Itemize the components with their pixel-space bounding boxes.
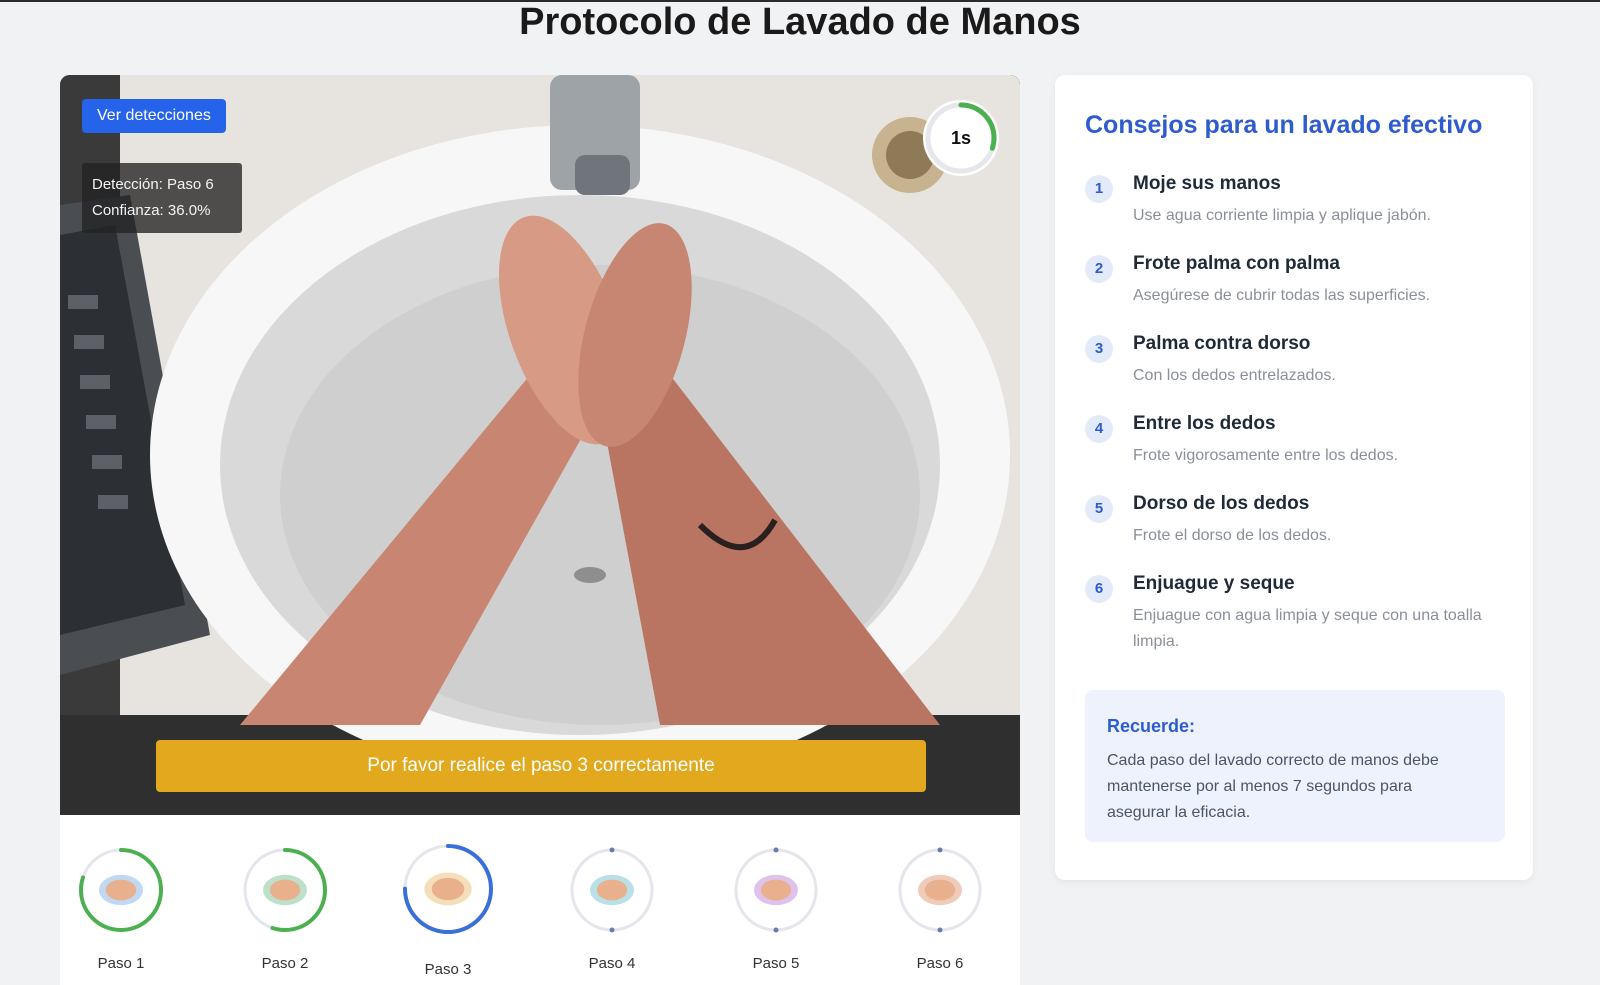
tip-title: Frote palma con palma — [1133, 253, 1340, 274]
step-item-5[interactable]: Paso 5 — [721, 845, 831, 972]
view-detections-button[interactable]: Ver detecciones — [82, 99, 226, 133]
tip-title: Entre los dedos — [1133, 413, 1276, 434]
tip-number-badge: 5 — [1085, 495, 1113, 523]
step-2-label: Paso 2 — [261, 955, 309, 972]
page-title: Protocolo de Lavado de Manos — [519, 1, 1081, 43]
step-1-label: Paso 1 — [97, 955, 145, 972]
step-item-3[interactable]: Paso 3 — [393, 841, 503, 978]
tip-number-badge: 4 — [1085, 415, 1113, 443]
step-ring-dot — [773, 847, 779, 853]
step-item-4[interactable]: Paso 4 — [557, 845, 667, 972]
tip-title: Dorso de los dedos — [1133, 493, 1310, 514]
tip-description: Use agua corriente limpia y aplique jabó… — [1133, 207, 1431, 224]
step-4-ring — [567, 845, 657, 935]
step-2-ring — [240, 845, 330, 935]
tip-description: Con los dedos entrelazados. — [1133, 367, 1336, 384]
detection-info: Detección: Paso 6 Confianza: 36.0% — [82, 163, 242, 233]
step-item-2[interactable]: Paso 2 — [230, 845, 340, 972]
timer-label: 1s — [950, 128, 972, 148]
step-item-1[interactable]: Paso 1 — [66, 845, 176, 972]
tip-title: Moje sus manos — [1133, 173, 1281, 194]
step-progress-bar: Paso 1 Paso 2 Paso 3 Paso 4 Paso 5 Paso … — [60, 815, 1020, 985]
hand-wash-icon — [431, 877, 465, 901]
step-3-ring — [400, 841, 496, 937]
step-6-label: Paso 6 — [916, 955, 964, 972]
step-item-6[interactable]: Paso 6 — [885, 845, 995, 972]
remember-box: Recuerde: Cada paso del lavado correcto … — [1085, 690, 1505, 842]
hand-wash-icon — [596, 879, 628, 901]
step-ring-dot — [937, 847, 943, 853]
hand-wash-icon — [269, 879, 301, 901]
step-ring-dot — [609, 927, 615, 933]
step-5-label: Paso 5 — [752, 955, 800, 972]
step-4-label: Paso 4 — [588, 955, 636, 972]
step-1-ring — [76, 845, 166, 935]
tips-title: Consejos para un lavado efectivo — [1085, 111, 1483, 139]
camera-feed: Ver detecciones Detección: Paso 6 Confia… — [60, 75, 1020, 815]
correction-alert: Por favor realice el paso 3 correctament… — [156, 740, 926, 792]
tip-title: Palma contra dorso — [1133, 333, 1311, 354]
tip-description: Asegúrese de cubrir todas las superficie… — [1133, 287, 1431, 304]
tip-description: Frote vigorosamente entre los dedos. — [1133, 447, 1399, 464]
remember-title: Recuerde: — [1107, 716, 1196, 736]
tip-number-badge: 2 — [1085, 255, 1113, 283]
step-ring-dot — [609, 847, 615, 853]
step-3-label: Paso 3 — [424, 961, 472, 978]
step-ring-dot — [773, 927, 779, 933]
step-ring-dot — [937, 927, 943, 933]
detection-confidence: Confianza: 36.0% — [92, 202, 211, 219]
tip-description: Enjuague con agua limpia y seque con una… — [1133, 607, 1482, 650]
tips-panel: Consejos para un lavado efectivo 1 Moje … — [1055, 75, 1533, 880]
detection-step: Detección: Paso 6 — [92, 176, 214, 193]
step-timer: 1s — [920, 97, 1002, 179]
hand-wash-icon — [760, 879, 792, 901]
tip-description: Frote el dorso de los dedos. — [1133, 527, 1332, 544]
tip-number-badge: 3 — [1085, 335, 1113, 363]
step-6-ring — [895, 845, 985, 935]
hand-wash-icon — [924, 879, 956, 901]
tip-number-badge: 6 — [1085, 575, 1113, 603]
tip-number-badge: 1 — [1085, 175, 1113, 203]
hand-wash-icon — [105, 879, 137, 901]
step-5-ring — [731, 845, 821, 935]
tip-title: Enjuague y seque — [1133, 573, 1295, 594]
remember-text: Cada paso del lavado correcto de manos d… — [1107, 752, 1439, 821]
